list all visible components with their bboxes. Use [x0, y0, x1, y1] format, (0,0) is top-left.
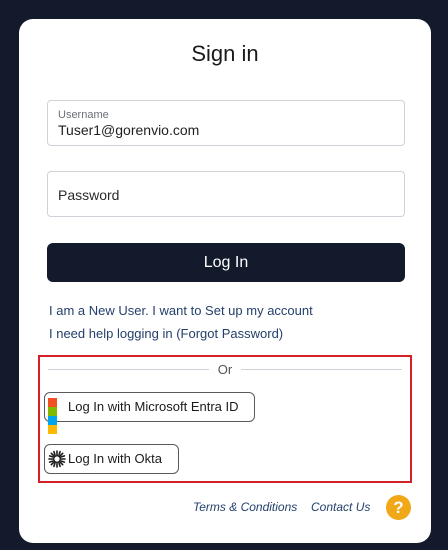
contact-us-link[interactable]: Contact Us	[311, 500, 370, 514]
username-label: Username	[58, 109, 109, 121]
password-placeholder: Password	[58, 187, 120, 203]
log-in-button[interactable]: Log In	[47, 243, 405, 282]
divider-line-right	[241, 369, 402, 370]
microsoft-entra-login-label: Log In with Microsoft Entra ID	[68, 399, 239, 414]
help-icon[interactable]: ?	[386, 495, 411, 520]
or-divider: Or	[48, 362, 402, 377]
terms-and-conditions-link[interactable]: Terms & Conditions	[193, 500, 297, 514]
new-user-link[interactable]: I am a New User. I want to Set up my acc…	[49, 303, 313, 318]
forgot-password-link[interactable]: I need help logging in (Forgot Password)	[49, 326, 283, 341]
okta-login-label: Log In with Okta	[68, 451, 162, 466]
username-value[interactable]: Tuser1@gorenvio.com	[58, 122, 199, 138]
sign-in-card: Sign in Username Tuser1@gorenvio.com Pas…	[19, 19, 431, 543]
password-field[interactable]: Password	[47, 171, 405, 217]
microsoft-entra-login-button[interactable]: Log In with Microsoft Entra ID	[44, 392, 255, 434]
microsoft-logo-icon	[48, 398, 66, 434]
okta-login-button[interactable]: Log In with Okta	[44, 444, 179, 474]
okta-logo-icon	[48, 450, 66, 468]
sso-options-highlight: Or Log In with Microsoft Entra ID Log In…	[38, 355, 412, 483]
page-title: Sign in	[191, 41, 259, 66]
username-field[interactable]: Username Tuser1@gorenvio.com	[47, 100, 405, 146]
